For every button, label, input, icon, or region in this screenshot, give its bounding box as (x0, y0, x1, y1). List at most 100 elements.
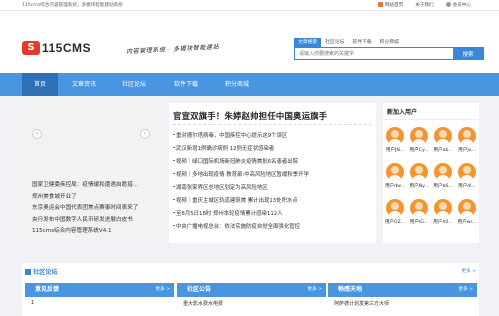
main-nav: 首页 文章资讯 社区论坛 软件下载 积分商城 (0, 73, 499, 96)
nav-item-mall[interactable]: 积分商城 (219, 73, 255, 96)
carousel-prev-button[interactable]: ‹ (32, 129, 42, 139)
forum-column-notice: 社区公告 更多 > 重大影水费水电费 (177, 283, 326, 316)
user-card[interactable]: 用户dw... (383, 163, 407, 189)
user-card[interactable]: 用户b6... (431, 163, 455, 189)
user-card[interactable]: 用户lG... (407, 199, 431, 225)
user-card[interactable]: 用户wr... (455, 199, 479, 225)
headline-item[interactable]: 视频｜绿口国际机场新冠肺炎疫情首批6名患者出院 (172, 157, 298, 165)
forum-section: 社区论坛 更多 > 意见反馈 更多 > 1 社区公告 更多 > 重大影水费水电费 畅… (22, 263, 479, 316)
headline-item[interactable]: 至8月5日18时 郑州本轮疫情累计感染112人 (173, 209, 283, 217)
search-box: 搜索 (294, 47, 484, 60)
avatar (458, 127, 476, 145)
headline-item[interactable]: 重对德尔塔病毒，中国疾控中心提示这9个误区 (172, 131, 287, 139)
forum-column-feedback: 意见反馈 更多 > 1 (25, 283, 174, 316)
nav-item-home[interactable]: 首页 (22, 73, 58, 96)
avatar (458, 199, 476, 217)
list-item[interactable]: 国家卫健委疾控局：疫情缓和遭遇自愿措... (22, 180, 162, 192)
headline-item[interactable]: 武汉新增1例确诊病例 12例无症状感染者 (172, 144, 274, 152)
header: S 115CMS 内容管理系统 · 多模块智能建站 文章搜索 社区论坛 软件下载… (0, 11, 499, 73)
forum-more-link[interactable]: 更多 > (462, 268, 477, 274)
column-header: 社区公告 更多 > (177, 283, 326, 297)
user-card[interactable]: 用户dl... (455, 163, 479, 189)
user-icon (445, 2, 451, 7)
user-card[interactable]: 用户h0... (431, 199, 455, 225)
column-more-link[interactable]: 更多 > (459, 283, 474, 297)
avatar (410, 127, 428, 145)
user-card[interactable]: 用户Ny... (407, 163, 431, 189)
headline-item[interactable]: 视频｜多地出现疫情 教育部:中高风险地区暂缓秋季开学 (173, 170, 309, 178)
headline-item[interactable]: 中央广播电视总台：依法实施防疫自觉全面强化管控 (173, 222, 300, 230)
column-header: 畅感天地 更多 > (328, 283, 477, 297)
slogan: 内容管理系统 · 多模块智能建站 (125, 43, 220, 56)
square-icon (25, 269, 31, 275)
user-card[interactable]: 用户OZ... (383, 199, 407, 225)
avatar (458, 163, 476, 181)
top-bar: 115cms综合内容管理系统，多模块智能建站系统 网站首页 关于我们 会员中心 (0, 0, 499, 11)
top-link-member[interactable]: 会员中心 (440, 0, 477, 11)
carousel-next-button[interactable]: › (140, 129, 150, 139)
left-news-list: 国家卫健委疾控局：疫情缓和遭遇自愿措... 郑州美食城开业了 东京奥运会中国代表… (22, 180, 162, 238)
nav-item-articles[interactable]: 文章资讯 (66, 73, 102, 96)
column-more-link[interactable]: 更多 > (308, 283, 323, 297)
user-name: 用户wr... (457, 220, 477, 225)
home-icon (377, 2, 383, 7)
avatar (386, 199, 404, 217)
user-name: 用户Ny... (409, 184, 429, 189)
search-area: 文章搜索 社区论坛 软件下载 积分商城 搜索 (294, 38, 484, 60)
headline-item[interactable]: 视频｜重庆主城区轨道建筑首 累计出现13处积水点 (173, 196, 298, 204)
divider (173, 124, 372, 125)
search-input[interactable] (295, 48, 453, 59)
forum-column-chat: 畅感天地 更多 > 阿萨德计划发第三方大师 (328, 283, 477, 316)
user-name: 用户OZ... (384, 220, 406, 225)
user-card[interactable]: 用户Cy... (407, 127, 431, 153)
search-button[interactable]: 搜索 (453, 48, 483, 59)
headline-panel: 官宣双旗手！朱婷赵帅担任中国奥运旗手 重对德尔塔病毒，中国疾控中心提示这9个误区… (169, 103, 376, 243)
user-name: 用户lG... (409, 220, 429, 225)
avatar (386, 127, 404, 145)
list-item[interactable]: 1 (25, 300, 174, 306)
list-item[interactable]: 阿萨德计划发第三方大师 (328, 300, 477, 307)
nav-item-forum[interactable]: 社区论坛 (116, 73, 152, 96)
user-name: 用户Cy... (409, 148, 429, 153)
search-tab-forum[interactable]: 社区论坛 (321, 38, 348, 47)
column-header: 意见反馈 更多 > (25, 283, 174, 297)
avatar (410, 163, 428, 181)
user-name: 用户h0... (433, 220, 453, 225)
nav-item-download[interactable]: 软件下载 (168, 73, 204, 96)
headline-item[interactable]: 湖南张家界区总地区划定为高风险地区 (173, 183, 268, 191)
user-card[interactable]: 用户JN... (383, 127, 407, 153)
list-item[interactable]: 央行发布中国数字人民币研发进展白皮书 (22, 215, 162, 227)
divider (383, 119, 479, 120)
list-item[interactable]: 东京奥运会中国代表团焦点赛事时间表来了 (22, 203, 162, 215)
user-name: 用户dw... (385, 184, 405, 189)
welcome-text: 115cms综合内容管理系统，多模块智能建站系统 (22, 3, 123, 8)
user-card[interactable]: 用户ab... (431, 127, 455, 153)
top-links: 网站首页 关于我们 会员中心 (372, 0, 477, 11)
logo-mark: S (22, 41, 40, 55)
user-name: 用户JN... (385, 148, 405, 153)
new-users-panel: 新加入用户 用户JN... 用户Cy... 用户ab... 用户Jx... 用户… (383, 103, 479, 243)
user-name: 用户b6... (433, 184, 453, 189)
user-name: 用户Jx... (458, 148, 476, 153)
list-item[interactable]: 重大影水费水电费 (177, 300, 326, 307)
user-card[interactable]: 用户Jx... (455, 127, 479, 153)
search-tab-article[interactable]: 文章搜索 (294, 38, 322, 47)
headline-title[interactable]: 官宣双旗手！朱婷赵帅担任中国奥运旗手 (173, 110, 327, 122)
avatar (386, 163, 404, 181)
search-tab-download[interactable]: 软件下载 (348, 38, 375, 47)
user-name: 用户dl... (458, 184, 476, 189)
top-link-about[interactable]: 关于我们 (409, 0, 439, 11)
user-name: 用户ab... (433, 148, 453, 153)
new-users-title: 新加入用户 (387, 109, 418, 116)
list-item[interactable]: 郑州美食城开业了 (22, 192, 162, 204)
search-tabs: 文章搜索 社区论坛 软件下载 积分商城 (294, 38, 484, 47)
site-logo[interactable]: S 115CMS (22, 41, 91, 55)
avatar (434, 127, 452, 145)
list-item[interactable]: 115cms综合内容管理系统V4.1 (22, 226, 162, 238)
forum-section-title: 社区论坛 (25, 267, 58, 276)
search-tab-mall[interactable]: 积分商城 (376, 38, 403, 47)
top-link-home[interactable]: 网站首页 (372, 0, 409, 11)
column-more-link[interactable]: 更多 > (156, 283, 171, 297)
logo-text: 115CMS (42, 41, 92, 55)
avatar (410, 199, 428, 217)
